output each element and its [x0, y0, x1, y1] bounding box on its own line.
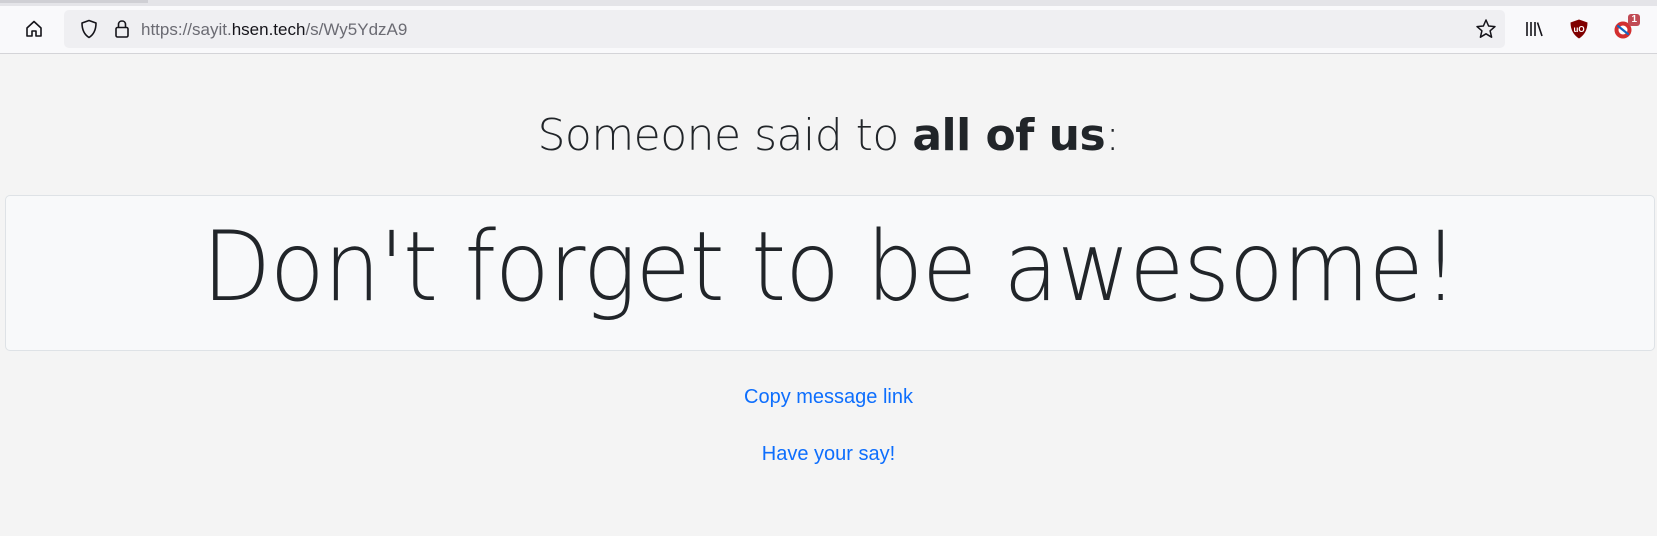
- tracking-protection-button[interactable]: [72, 12, 106, 46]
- message-card: Don't forget to be awesome!: [5, 195, 1655, 351]
- lock-icon: [115, 20, 129, 38]
- shield-icon: [81, 19, 97, 39]
- copy-link-row: Copy message link: [0, 386, 1657, 409]
- message-text: Don't forget to be awesome!: [202, 211, 1458, 323]
- page-content: Someone said to all of us: Don't forget …: [0, 54, 1657, 536]
- ublock-icon: uO: [1570, 19, 1588, 39]
- url-path: /s/Wy5YdzA9: [305, 20, 408, 39]
- home-button[interactable]: [17, 12, 51, 46]
- have-your-say-link[interactable]: Have your say!: [762, 443, 895, 465]
- ublock-origin-button[interactable]: uO: [1562, 12, 1596, 46]
- address-bar[interactable]: https://sayit.hsen.tech/s/Wy5YdzA9: [64, 10, 1505, 48]
- svg-text:uO: uO: [1573, 25, 1584, 34]
- headline-prefix: Someone said to: [537, 110, 913, 161]
- site-info-button[interactable]: [105, 12, 139, 46]
- tab-strip: [0, 0, 1657, 6]
- active-tab-indicator: [0, 0, 148, 3]
- library-icon: [1526, 22, 1543, 37]
- star-icon: [1476, 19, 1496, 38]
- url-host: hsen.tech: [231, 20, 306, 39]
- bookmark-button[interactable]: [1469, 12, 1503, 46]
- url-text[interactable]: https://sayit.hsen.tech/s/Wy5YdzA9: [141, 20, 407, 40]
- library-button[interactable]: [1517, 12, 1551, 46]
- page-headline: Someone said to all of us:: [0, 110, 1657, 161]
- headline-suffix: :: [1105, 110, 1120, 161]
- extension-badge: 1: [1628, 14, 1640, 26]
- url-prefix: https://sayit.: [141, 20, 232, 39]
- browser-toolbar: https://sayit.hsen.tech/s/Wy5YdzA9 uO 1: [0, 0, 1657, 54]
- have-your-say-row: Have your say!: [0, 443, 1657, 466]
- copy-message-link[interactable]: Copy message link: [744, 386, 913, 408]
- home-icon: [26, 20, 42, 37]
- extension-button[interactable]: 1: [1607, 12, 1641, 46]
- headline-recipient: all of us: [912, 110, 1106, 161]
